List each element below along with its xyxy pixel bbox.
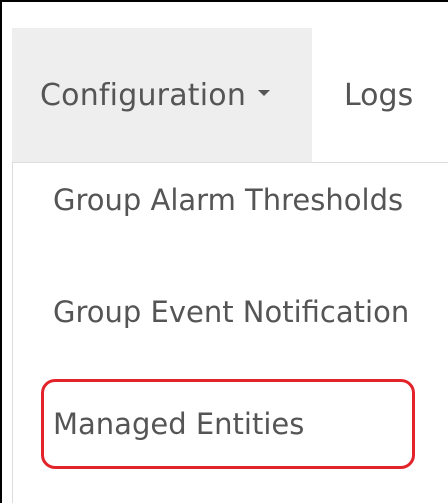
menu-item-group-alarm-thresholds[interactable]: Group Alarm Thresholds: [53, 183, 403, 217]
menu-item-managed-entities[interactable]: Managed Entities: [53, 407, 304, 441]
top-navbar: Configuration Logs: [12, 28, 448, 162]
configuration-menu-toggle[interactable]: Configuration: [12, 28, 312, 162]
logs-nav-link[interactable]: Logs: [312, 28, 413, 162]
configuration-dropdown-menu: Group Alarm Thresholds Group Event Notif…: [12, 163, 448, 503]
configuration-label: Configuration: [40, 77, 247, 113]
logs-label: Logs: [344, 77, 414, 113]
caret-down-icon: [258, 90, 271, 96]
menu-item-group-event-notification[interactable]: Group Event Notification: [53, 295, 409, 329]
